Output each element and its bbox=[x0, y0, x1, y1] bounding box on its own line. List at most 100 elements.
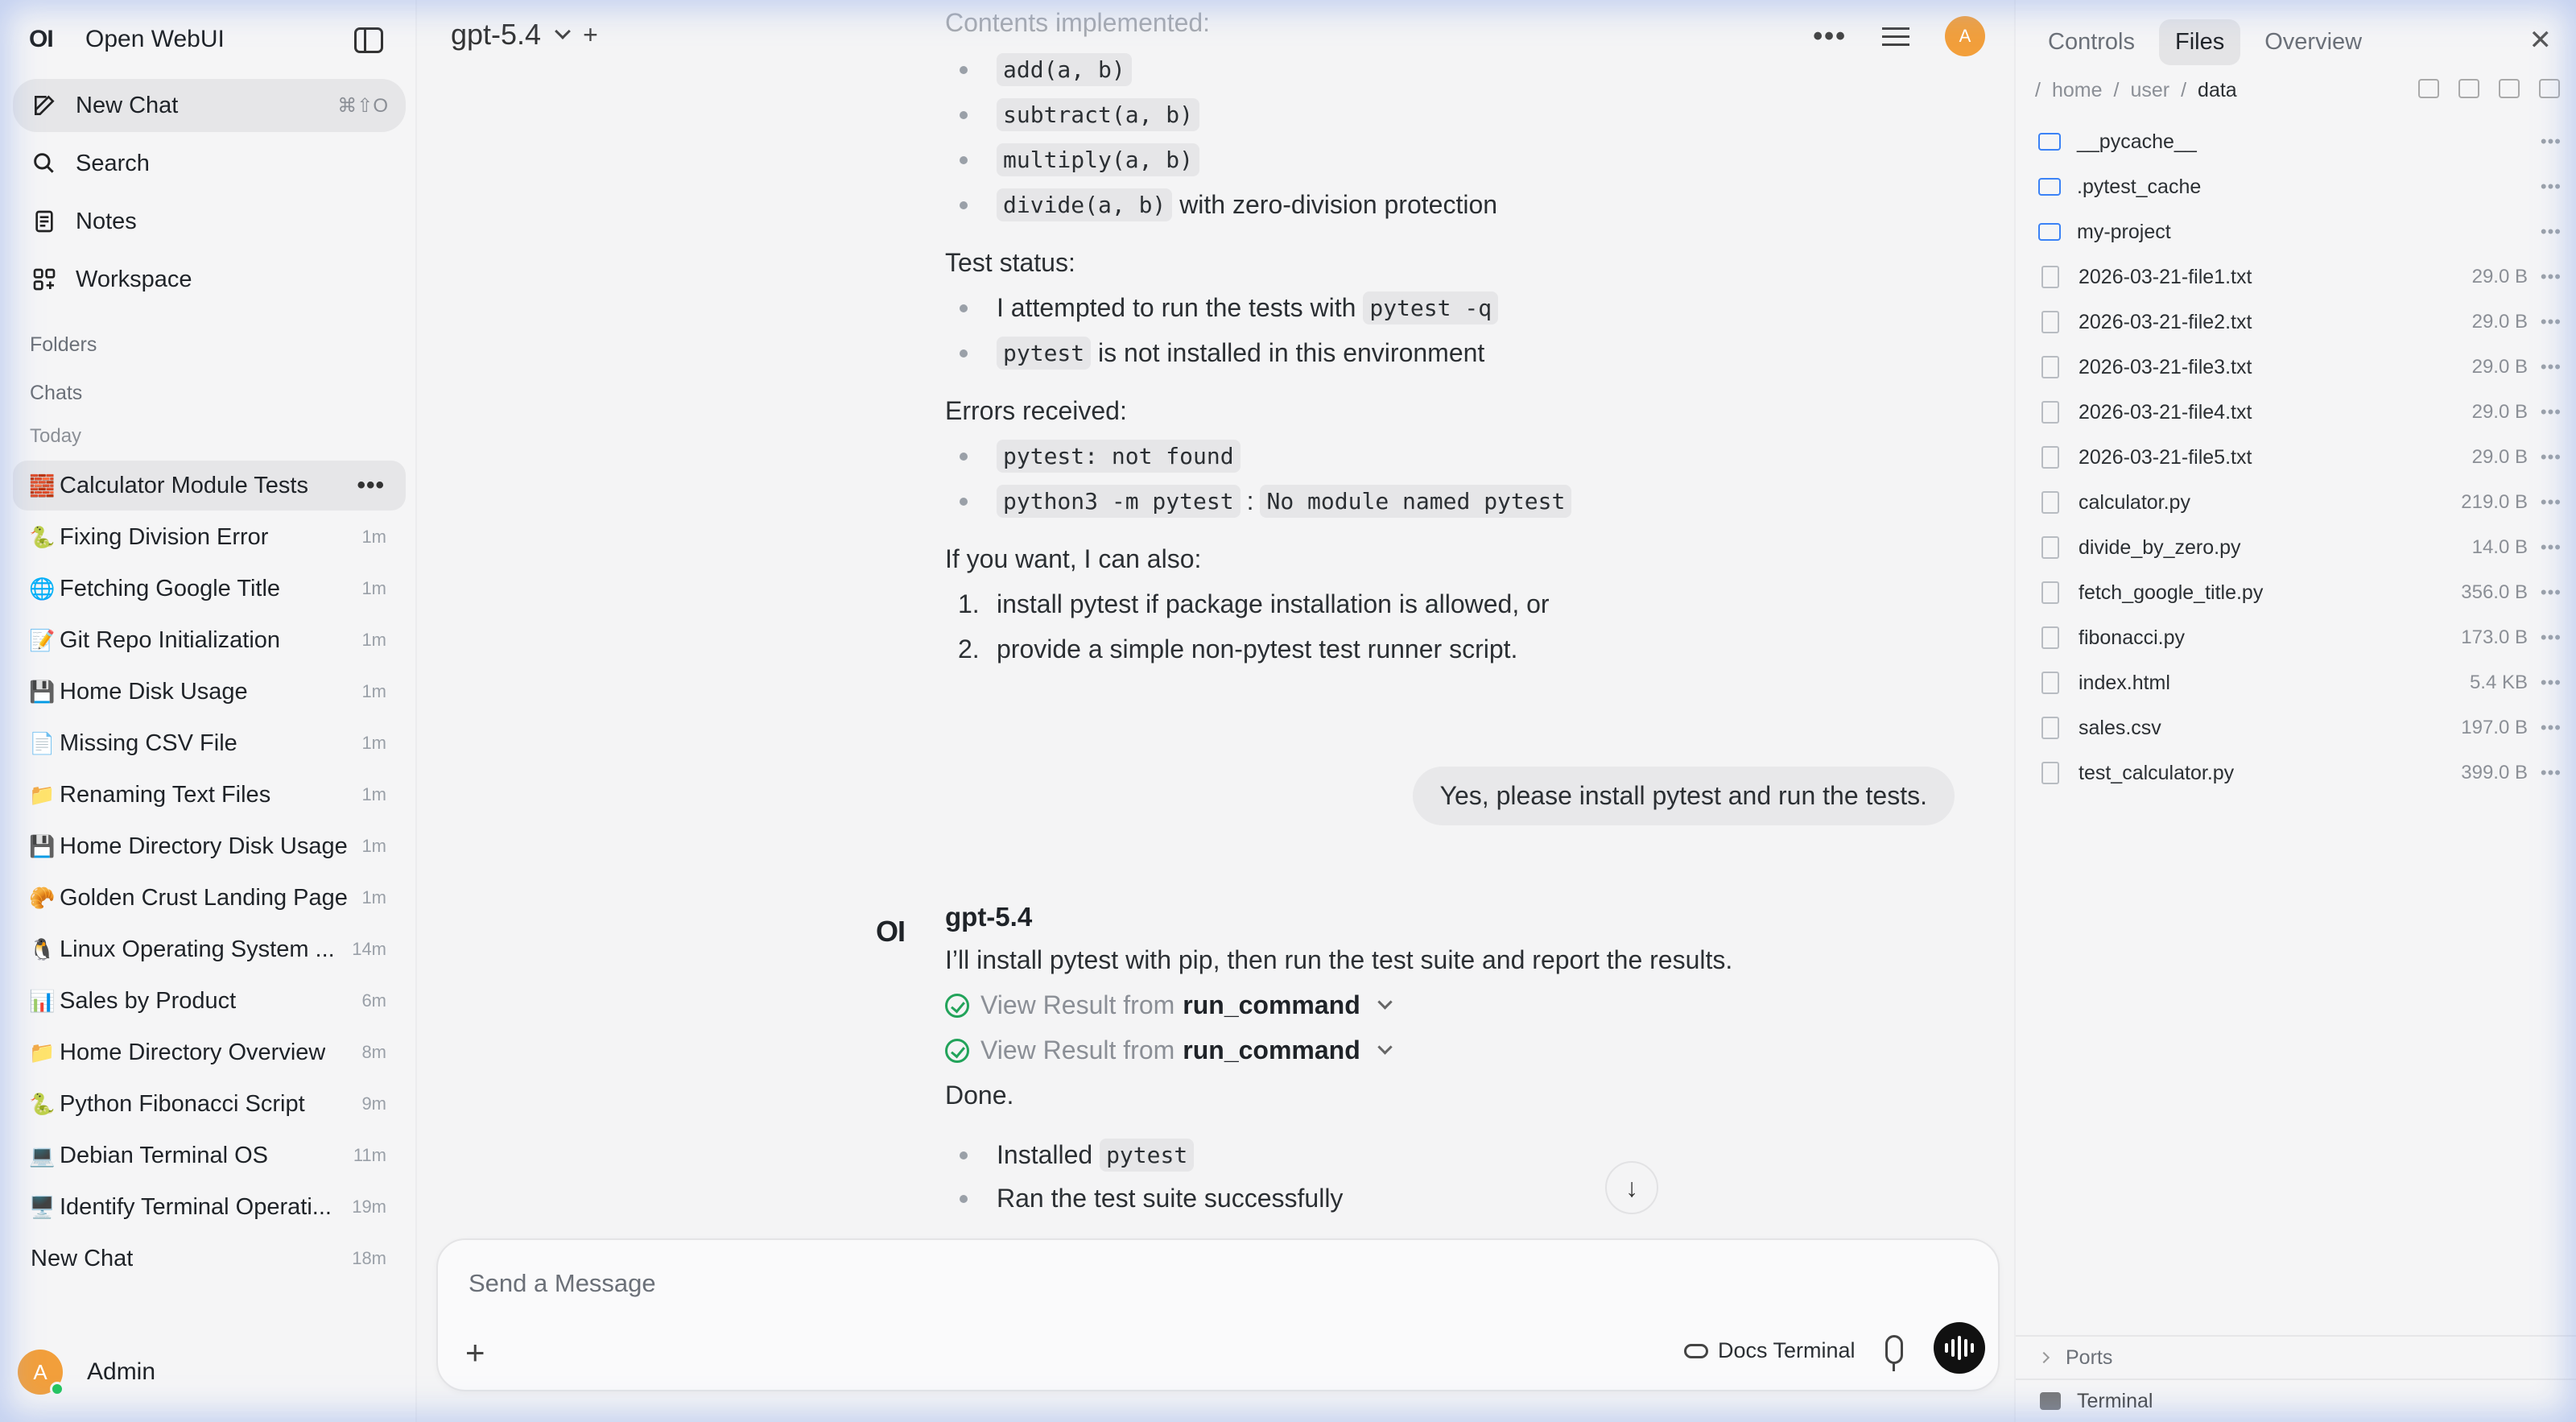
file-more-icon[interactable]: ••• bbox=[2541, 312, 2562, 333]
chat-emoji: 🧱 bbox=[29, 473, 56, 498]
close-icon[interactable]: ✕ bbox=[2529, 24, 2553, 56]
message-input[interactable] bbox=[469, 1269, 1435, 1298]
new-folder-icon[interactable] bbox=[2458, 79, 2479, 98]
chat-item[interactable]: New Chat 18m bbox=[13, 1234, 406, 1284]
scroll-to-bottom-button[interactable]: ↓ bbox=[1605, 1161, 1658, 1214]
folders-section[interactable]: Folders bbox=[30, 333, 97, 357]
file-row[interactable]: index.html 5.4 KB ••• bbox=[2037, 660, 2565, 705]
chat-time: 18m bbox=[352, 1248, 386, 1268]
file-row[interactable]: my-project ••• bbox=[2037, 209, 2565, 254]
workspace-button[interactable]: Workspace bbox=[13, 253, 406, 306]
cloud-icon bbox=[1684, 1343, 1708, 1358]
chats-section[interactable]: Chats bbox=[30, 382, 82, 405]
add-attachment-button[interactable]: + bbox=[465, 1333, 485, 1372]
file-row[interactable]: 2026-03-21-file2.txt 29.0 B ••• bbox=[2037, 300, 2565, 345]
notes-button[interactable]: Notes bbox=[13, 195, 406, 248]
file-row[interactable]: test_calculator.py 399.0 B ••• bbox=[2037, 750, 2565, 796]
new-chat-button[interactable]: New Chat ⌘⇧O bbox=[13, 79, 406, 132]
chat-item[interactable]: 🥐 Golden Crust Landing Page 1m bbox=[13, 873, 406, 923]
file-row[interactable]: calculator.py 219.0 B ••• bbox=[2037, 480, 2565, 525]
tool-result-toggle[interactable]: View Result from run_command bbox=[945, 990, 1393, 1020]
chat-item[interactable]: 💾 Home Disk Usage 1m bbox=[13, 667, 406, 717]
refresh-icon[interactable] bbox=[2418, 79, 2439, 98]
file-size: 29.0 B bbox=[2471, 311, 2528, 333]
file-more-icon[interactable]: ••• bbox=[2541, 717, 2562, 738]
tab-overview[interactable]: Overview bbox=[2248, 19, 2378, 65]
docs-terminal-button[interactable]: Docs Terminal bbox=[1684, 1338, 1856, 1363]
chat-item[interactable]: 🧱 Calculator Module Tests ••• bbox=[13, 461, 406, 511]
user-name: Admin bbox=[87, 1358, 156, 1385]
file-row[interactable]: 2026-03-21-file3.txt 29.0 B ••• bbox=[2037, 345, 2565, 390]
model-selector[interactable]: gpt-5.4 + bbox=[451, 18, 598, 52]
file-more-icon[interactable]: ••• bbox=[2541, 627, 2562, 648]
chat-item[interactable]: 💻 Debian Terminal OS 11m bbox=[13, 1131, 406, 1180]
breadcrumb-data[interactable]: data bbox=[2198, 79, 2237, 102]
add-model-button[interactable]: + bbox=[583, 20, 598, 50]
ports-section[interactable]: Ports bbox=[2016, 1335, 2576, 1379]
list-text: Installed bbox=[997, 1140, 1093, 1169]
tab-files[interactable]: Files bbox=[2159, 19, 2241, 65]
terminal-section[interactable]: Terminal bbox=[2016, 1379, 2576, 1422]
folder-icon bbox=[2038, 178, 2061, 196]
tool-prefix: View Result from bbox=[980, 1035, 1175, 1064]
chat-time: 8m bbox=[361, 1042, 386, 1062]
file-more-icon[interactable]: ••• bbox=[2541, 221, 2562, 242]
file-more-icon[interactable]: ••• bbox=[2541, 582, 2562, 603]
chat-time: 1m bbox=[361, 681, 386, 701]
breadcrumb-user[interactable]: user bbox=[2130, 79, 2169, 102]
file-more-icon[interactable]: ••• bbox=[2541, 763, 2562, 783]
file-more-icon[interactable]: ••• bbox=[2541, 447, 2562, 468]
chat-item[interactable]: 📁 Renaming Text Files 1m bbox=[13, 770, 406, 820]
file-more-icon[interactable]: ••• bbox=[2541, 402, 2562, 423]
chat-item[interactable]: 📊 Sales by Product 6m bbox=[13, 976, 406, 1026]
user-menu[interactable]: A Admin bbox=[18, 1350, 156, 1396]
list-item: pytest is not installed in this environm… bbox=[959, 337, 1484, 370]
right-panel: Controls Files Overview ✕ / home / user … bbox=[2014, 0, 2576, 1422]
chat-item[interactable]: 🖥️ Identify Terminal Operati... 19m bbox=[13, 1182, 406, 1232]
breadcrumb-home[interactable]: home bbox=[2052, 79, 2103, 102]
chat-time: 1m bbox=[361, 527, 386, 547]
file-row[interactable]: fetch_google_title.py 356.0 B ••• bbox=[2037, 570, 2565, 615]
file-row[interactable]: fibonacci.py 173.0 B ••• bbox=[2037, 615, 2565, 660]
file-row[interactable]: divide_by_zero.py 14.0 B ••• bbox=[2037, 525, 2565, 570]
file-row[interactable]: 2026-03-21-file4.txt 29.0 B ••• bbox=[2037, 390, 2565, 435]
chat-item[interactable]: 📝 Git Repo Initialization 1m bbox=[13, 615, 406, 665]
sidebar-toggle-icon[interactable] bbox=[354, 27, 383, 53]
chat-title: Debian Terminal OS bbox=[60, 1142, 268, 1168]
file-more-icon[interactable]: ••• bbox=[2541, 357, 2562, 378]
chat-emoji: 📄 bbox=[29, 730, 56, 755]
file-row[interactable]: 2026-03-21-file1.txt 29.0 B ••• bbox=[2037, 254, 2565, 300]
file-row[interactable]: sales.csv 197.0 B ••• bbox=[2037, 705, 2565, 750]
folder-icon bbox=[2038, 223, 2061, 241]
chat-item[interactable]: 🐧 Linux Operating System ... 14m bbox=[13, 924, 406, 974]
file-row[interactable]: __pycache__ ••• bbox=[2037, 119, 2565, 164]
chat-item[interactable]: 🌐 Fetching Google Title 1m bbox=[13, 564, 406, 614]
chat-item[interactable]: 🐍 Python Fibonacci Script 9m bbox=[13, 1079, 406, 1129]
upload-icon[interactable] bbox=[2539, 79, 2560, 98]
chat-item[interactable]: 🐍 Fixing Division Error 1m bbox=[13, 512, 406, 562]
chat-item[interactable]: 📁 Home Directory Overview 8m bbox=[13, 1027, 406, 1077]
new-file-icon[interactable] bbox=[2499, 79, 2520, 98]
chat-item[interactable]: 📄 Missing CSV File 1m bbox=[13, 718, 406, 768]
tool-result-toggle[interactable]: View Result from run_command bbox=[945, 1035, 1393, 1065]
chat-more-icon[interactable]: ••• bbox=[357, 472, 385, 499]
tool-name: run_command bbox=[1183, 990, 1360, 1019]
chat-item[interactable]: 💾 Home Directory Disk Usage 1m bbox=[13, 821, 406, 871]
voice-mode-button[interactable] bbox=[1934, 1322, 1985, 1374]
file-more-icon[interactable]: ••• bbox=[2541, 537, 2562, 558]
file-more-icon[interactable]: ••• bbox=[2541, 267, 2562, 287]
file-more-icon[interactable]: ••• bbox=[2541, 131, 2562, 152]
controls-icon[interactable] bbox=[1882, 24, 1909, 48]
file-more-icon[interactable]: ••• bbox=[2541, 492, 2562, 513]
more-options-icon[interactable]: ••• bbox=[1813, 21, 1847, 52]
file-more-icon[interactable]: ••• bbox=[2541, 672, 2562, 693]
search-button[interactable]: Search bbox=[13, 137, 406, 190]
tab-controls[interactable]: Controls bbox=[2032, 19, 2151, 65]
header-avatar[interactable]: A bbox=[1945, 16, 1985, 56]
file-icon bbox=[2041, 717, 2059, 739]
file-more-icon[interactable]: ••• bbox=[2541, 176, 2562, 197]
file-row[interactable]: .pytest_cache ••• bbox=[2037, 164, 2565, 209]
file-size: 173.0 B bbox=[2461, 626, 2528, 648]
microphone-icon[interactable] bbox=[1885, 1335, 1903, 1371]
file-row[interactable]: 2026-03-21-file5.txt 29.0 B ••• bbox=[2037, 435, 2565, 480]
